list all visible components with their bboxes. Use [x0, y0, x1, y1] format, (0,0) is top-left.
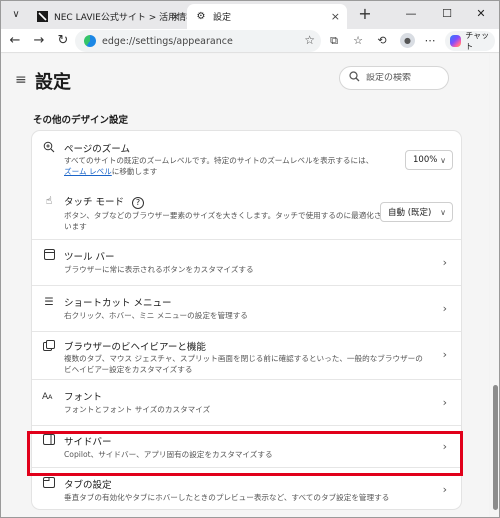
chat-label: チャット — [465, 31, 490, 51]
search-icon — [349, 71, 360, 85]
copilot-chat-button[interactable]: チャット — [445, 31, 495, 51]
forward-arrow-icon[interactable]: → — [29, 31, 49, 51]
tab-label: 設定 — [213, 13, 232, 23]
setting-description: Copilot、サイドバー、アプリ固有の設定をカスタマイズする — [64, 450, 273, 459]
setting-title: ショートカット メニュー — [64, 298, 172, 309]
tab-actions-menu-icon[interactable]: ∨ — [7, 6, 25, 24]
copilot-icon — [450, 35, 462, 47]
favorite-star-icon[interactable]: ☆ — [304, 33, 315, 47]
touch-mode-value: 自動 (既定) — [388, 208, 432, 218]
settings-search[interactable] — [339, 66, 449, 90]
favorites-icon[interactable]: ☆ — [349, 32, 367, 50]
edge-logo-icon — [84, 35, 96, 47]
setting-row-shortcut-menu[interactable]: ☰ ショートカット メニュー 右クリック、ホバー、ミニ メニューの設定を管理する… — [32, 285, 461, 331]
zoom-dropdown[interactable]: 100% ∨ — [405, 150, 453, 170]
description-text-after: に移動します — [111, 167, 158, 176]
chevron-right-icon: › — [442, 302, 447, 315]
setting-description: ボタン、タブなどのブラウザー要素のサイズを大きくします。タッチで使用するのに最適… — [64, 211, 397, 231]
nec-favicon-icon — [37, 11, 48, 23]
section-title: その他のデザイン設定 — [33, 115, 129, 126]
chevron-right-icon: › — [442, 483, 447, 496]
settings-gear-icon: ⚙ — [196, 11, 206, 22]
chevron-right-icon: › — [442, 348, 447, 361]
setting-row-page-zoom: ページのズーム すべてのサイトの既定のズームレベルです。特定のサイトのズームレベ… — [32, 131, 461, 184]
maximize-button[interactable]: ☐ — [437, 6, 457, 22]
settings-page: ≡ 設定 その他のデザイン設定 ページのズーム すべてのサイトの既定のズームレベ… — [1, 54, 489, 517]
setting-row-font[interactable]: AA フォント フォントとフォント サイズのカスタマイズ › — [32, 379, 461, 425]
setting-description: 複数のタブ、マウス ジェスチャ、スプリット画面を閉じる前に確認するといった、一般… — [64, 354, 423, 374]
address-text: edge://settings/appearance — [102, 35, 233, 47]
setting-title-text: タッチ モード — [64, 197, 125, 208]
setting-row-browser-behavior[interactable]: ブラウザーのビヘイビアーと機能 複数のタブ、マウス ジェスチャ、スプリット画面を… — [32, 331, 461, 377]
setting-title: ブラウザーのビヘイビアーと機能 — [64, 342, 206, 353]
touch-mode-dropdown[interactable]: 自動 (既定) ∨ — [380, 202, 453, 222]
scrollbar-track[interactable] — [490, 54, 499, 517]
tab-strip: ∨ NEC LAVIE公式サイト > 活用情報 > × ⚙ 設定 × + — ☐… — [1, 1, 499, 29]
setting-title: タブの設定 — [64, 480, 112, 491]
setting-description: フォントとフォント サイズのカスタマイズ — [64, 405, 211, 414]
setting-row-tab-settings[interactable]: タブの設定 垂直タブの有効化やタブにホバーしたときのプレビュー表示など、すべての… — [32, 467, 461, 511]
setting-title: フォント — [64, 392, 103, 403]
chevron-right-icon: › — [442, 256, 447, 269]
zoom-level-link[interactable]: ズーム レベル — [64, 167, 112, 176]
browser-window: ∨ NEC LAVIE公式サイト > 活用情報 > × ⚙ 設定 × + — ☐… — [0, 0, 500, 518]
tab-settings-icon — [42, 477, 56, 491]
extensions-icon[interactable]: ⧉ — [325, 32, 343, 50]
browser-behavior-icon — [42, 340, 56, 354]
settings-card: ページのズーム すべてのサイトの既定のズームレベルです。特定のサイトのズームレベ… — [31, 130, 462, 510]
setting-title: タッチ モード? — [64, 194, 145, 209]
scrollbar-thumb[interactable] — [493, 385, 498, 510]
address-bar[interactable]: edge://settings/appearance ☆ — [75, 30, 321, 52]
svg-text:A: A — [48, 393, 53, 401]
toolbar-icon — [42, 249, 56, 263]
setting-row-touch-mode: ☝ タッチ モード? ボタン、タブなどのブラウザー要素のサイズを大きくします。タ… — [32, 184, 461, 236]
profile-avatar[interactable]: ● — [400, 33, 415, 48]
chevron-right-icon: › — [442, 396, 447, 409]
tab-label: NEC LAVIE公式サイト > 活用情報 > — [54, 13, 187, 23]
setting-row-sidebar[interactable]: サイドバー Copilot、サイドバー、アプリ固有の設定をカスタマイズする › — [32, 425, 461, 467]
shortcut-menu-icon: ☰ — [44, 296, 54, 308]
back-arrow-icon[interactable]: ← — [5, 31, 25, 51]
chevron-down-icon: ∨ — [440, 207, 446, 217]
new-tab-button[interactable]: + — [355, 4, 375, 24]
font-icon: AA — [42, 389, 56, 403]
touch-icon: ☝ — [45, 195, 53, 207]
setting-title: サイドバー — [64, 437, 112, 448]
search-input[interactable] — [366, 73, 446, 83]
page-title: 設定 — [35, 72, 71, 93]
setting-description: すべてのサイトの既定のズームレベルです。特定のサイトのズームレベルを表示するには… — [64, 155, 404, 177]
tab-nec-lavie[interactable]: NEC LAVIE公式サイト > 活用情報 > × — [29, 4, 187, 29]
hamburger-menu-icon[interactable]: ≡ — [15, 72, 27, 88]
setting-title: ツール バー — [64, 252, 115, 263]
tab-close-icon[interactable]: × — [171, 10, 180, 23]
zoom-value: 100% — [413, 155, 438, 165]
refresh-icon[interactable]: ↻ — [53, 31, 73, 51]
tab-settings[interactable]: ⚙ 設定 × — [187, 4, 347, 29]
close-window-button[interactable]: ✕ — [471, 6, 491, 22]
more-options-icon[interactable]: ⋯ — [421, 32, 439, 50]
setting-description: ブラウザーに常に表示されるボタンをカスタマイズする — [64, 265, 254, 274]
minimize-button[interactable]: — — [401, 6, 421, 22]
setting-title: ページのズーム — [64, 144, 131, 155]
description-text: すべてのサイトの既定のズームレベルです。特定のサイトのズームレベルを表示するには… — [64, 156, 374, 165]
tab-close-icon[interactable]: × — [331, 10, 340, 23]
sidebar-icon — [42, 434, 56, 448]
chevron-right-icon: › — [442, 440, 447, 453]
setting-row-toolbar[interactable]: ツール バー ブラウザーに常に表示されるボタンをカスタマイズする › — [32, 239, 461, 285]
history-icon[interactable]: ⟲ — [373, 32, 391, 50]
setting-description: 右クリック、ホバー、ミニ メニューの設定を管理する — [64, 311, 248, 320]
chevron-down-icon: ∨ — [440, 155, 446, 165]
zoom-icon — [42, 141, 56, 155]
setting-description: 垂直タブの有効化やタブにホバーしたときのプレビュー表示など、すべてのタブ設定を管… — [64, 493, 390, 502]
navigation-toolbar: ← → ↻ edge://settings/appearance ☆ ⧉ ☆ ⟲… — [1, 29, 499, 53]
help-icon[interactable]: ? — [132, 196, 145, 209]
